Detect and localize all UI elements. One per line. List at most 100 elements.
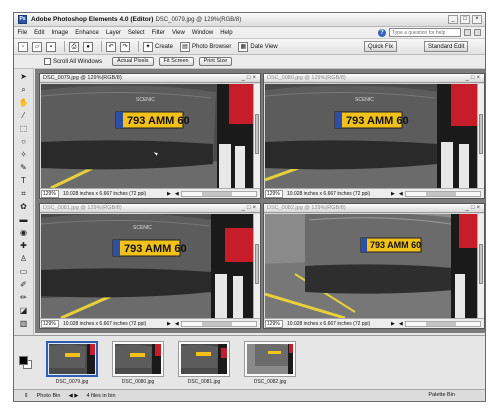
document-title[interactable]: DSC_0081.jpg @ 129%(RGB/8) <box>40 204 260 213</box>
undo-icon[interactable]: ↶ <box>106 41 116 52</box>
menu-select[interactable]: Select <box>124 30 148 36</box>
document-window-controls[interactable]: _□× <box>242 75 258 82</box>
eyedropper-tool-icon[interactable]: ⁄ <box>18 111 30 121</box>
pencil-tool-icon[interactable]: ✏ <box>18 293 30 303</box>
scroll-left-icon[interactable]: ◀ <box>175 321 179 327</box>
vertical-scrollbar[interactable] <box>253 84 260 188</box>
menu-view[interactable]: View <box>168 30 188 36</box>
zoom-field[interactable]: 129% <box>41 189 59 198</box>
bin-thumbnail[interactable]: DSC_0079.jpg <box>46 341 98 385</box>
toolbar-divider <box>138 41 139 52</box>
horizontal-scrollbar[interactable] <box>404 190 481 197</box>
menu-window[interactable]: Window <box>188 30 216 36</box>
help-icon[interactable]: ? <box>378 28 386 37</box>
thumbnail-frame[interactable] <box>178 341 230 377</box>
healing-brush-tool-icon[interactable]: ✚ <box>18 241 30 251</box>
fit-screen-button[interactable]: Fit Screen <box>158 57 194 66</box>
scroll-left-icon[interactable]: ◀ <box>175 191 179 197</box>
print-size-button[interactable]: Print Size <box>198 57 233 66</box>
document-window-dsc-0081[interactable]: DSC_0081.jpg @ 129%(RGB/8) _□× 793 AMM 6… <box>39 203 261 329</box>
selection-brush-tool-icon[interactable]: ✎ <box>18 163 30 173</box>
minimize-button[interactable]: _ <box>448 15 458 24</box>
document-title[interactable]: DSC_0080.jpg @ 129%(RGB/8) <box>264 74 484 83</box>
vertical-scrollbar[interactable] <box>477 214 484 318</box>
date-view-button[interactable]: ▦ Date View <box>238 41 278 52</box>
actual-pixels-button[interactable]: Actual Pixels <box>112 57 154 66</box>
document-title[interactable]: DSC_0082.jpg @ 129%(RGB/8) <box>264 204 484 213</box>
menu-layer[interactable]: Layer <box>102 30 124 36</box>
red-eye-tool-icon[interactable]: ◉ <box>18 228 30 238</box>
standard-edit-button[interactable]: Standard Edit <box>424 41 469 52</box>
online-service-icon[interactable]: ● <box>83 41 93 52</box>
photo-browser-button[interactable]: ▤ Photo Browser <box>180 41 231 52</box>
document-window-controls[interactable]: _□× <box>466 75 482 82</box>
bin-thumbnail[interactable]: DSC_0080.jpg <box>112 341 164 385</box>
document-window-controls[interactable]: _□× <box>466 205 482 212</box>
menu-edit[interactable]: Edit <box>31 30 48 36</box>
menu-image[interactable]: Image <box>48 30 72 36</box>
brush-tool-icon[interactable]: ✐ <box>18 280 30 290</box>
document-window-dsc-0082[interactable]: DSC_0082.jpg @ 129%(RGB/8) _□× 793 AMM 6… <box>263 203 485 329</box>
scroll-left-icon[interactable]: ◀ <box>399 191 403 197</box>
document-window-controls[interactable]: _□× <box>242 205 258 212</box>
photo-bin-toggle-icon[interactable]: ⇕ <box>24 393 29 399</box>
straighten-tool-icon[interactable]: ▬ <box>18 215 30 225</box>
horizontal-scrollbar[interactable] <box>404 320 481 327</box>
print-icon[interactable]: ⎙ <box>69 41 79 52</box>
thumbnail-frame[interactable] <box>244 341 296 377</box>
vertical-scrollbar[interactable] <box>253 214 260 318</box>
document-title[interactable]: DSC_0079.jpg @ 129%(RGB/8) <box>40 74 260 83</box>
create-button[interactable]: ✦ Create <box>143 41 173 52</box>
thumbnail-frame[interactable] <box>112 341 164 377</box>
hand-tool-icon[interactable]: ✋ <box>18 98 30 108</box>
palette-bin-label[interactable]: Palette Bin <box>428 392 455 398</box>
restore-icon[interactable] <box>464 29 471 36</box>
thumbnail-frame[interactable] <box>46 341 98 377</box>
new-file-icon[interactable]: ▫ <box>18 41 28 52</box>
marquee-tool-icon[interactable]: ⬚ <box>18 124 30 134</box>
crop-tool-icon[interactable]: ⌗ <box>18 189 30 199</box>
zoom-tool-icon[interactable]: ⌕ <box>18 85 30 95</box>
help-search-input[interactable] <box>389 28 461 37</box>
type-tool-icon[interactable]: T <box>18 176 30 186</box>
status-menu-arrow-icon[interactable]: ▶ <box>391 191 395 197</box>
maximize-button[interactable]: □ <box>460 15 470 24</box>
menu-file[interactable]: File <box>14 30 31 36</box>
scroll-left-icon[interactable]: ◀ <box>399 321 403 327</box>
document-window-dsc-0080[interactable]: DSC_0080.jpg @ 129%(RGB/8) _□× 793 AMM 6… <box>263 73 485 199</box>
menu-help[interactable]: Help <box>217 30 236 36</box>
open-folder-icon[interactable]: ▱ <box>32 41 42 52</box>
bin-status-bar: ⇕ Photo Bin ◀ ▶ 4 files in bin Palette B… <box>14 389 485 401</box>
lasso-tool-icon[interactable]: ○ <box>18 137 30 147</box>
scroll-all-windows-checkbox[interactable] <box>44 58 51 65</box>
photo-bin-label[interactable]: Photo Bin <box>37 393 61 399</box>
status-menu-arrow-icon[interactable]: ▶ <box>391 321 395 327</box>
save-icon[interactable]: ▪ <box>46 41 56 52</box>
bin-thumbnail[interactable]: DSC_0082.jpg <box>244 341 296 385</box>
bin-nav-icon[interactable]: ◀ ▶ <box>68 393 78 399</box>
gradient-tool-icon[interactable]: ▥ <box>18 319 30 329</box>
clone-stamp-tool-icon[interactable]: ♙ <box>18 254 30 264</box>
paint-bucket-tool-icon[interactable]: ◪ <box>18 306 30 316</box>
zoom-field[interactable]: 129% <box>41 319 59 328</box>
close-button[interactable]: × <box>472 15 482 24</box>
quick-fix-button[interactable]: Quick Fix <box>364 41 398 52</box>
zoom-field[interactable]: 129% <box>265 319 283 328</box>
status-menu-arrow-icon[interactable]: ▶ <box>167 191 171 197</box>
workspace-close-icon[interactable] <box>474 29 481 36</box>
move-tool-icon[interactable]: ➤ <box>18 72 30 82</box>
magic-wand-tool-icon[interactable]: ✧ <box>18 150 30 160</box>
document-window-dsc-0079[interactable]: DSC_0079.jpg @ 129%(RGB/8) _□× 793 AMM 6… <box>39 73 261 199</box>
vertical-scrollbar[interactable] <box>477 84 484 188</box>
cookie-cutter-tool-icon[interactable]: ✿ <box>18 202 30 212</box>
foreground-color-swatch[interactable] <box>19 356 28 365</box>
menu-filter[interactable]: Filter <box>148 30 168 36</box>
horizontal-scrollbar[interactable] <box>180 190 257 197</box>
zoom-field[interactable]: 129% <box>265 189 283 198</box>
status-menu-arrow-icon[interactable]: ▶ <box>167 321 171 327</box>
bin-thumbnail[interactable]: DSC_0081.jpg <box>178 341 230 385</box>
menu-enhance[interactable]: Enhance <box>72 30 103 36</box>
redo-icon[interactable]: ↷ <box>120 41 130 52</box>
horizontal-scrollbar[interactable] <box>180 320 257 327</box>
eraser-tool-icon[interactable]: ▭ <box>18 267 30 277</box>
